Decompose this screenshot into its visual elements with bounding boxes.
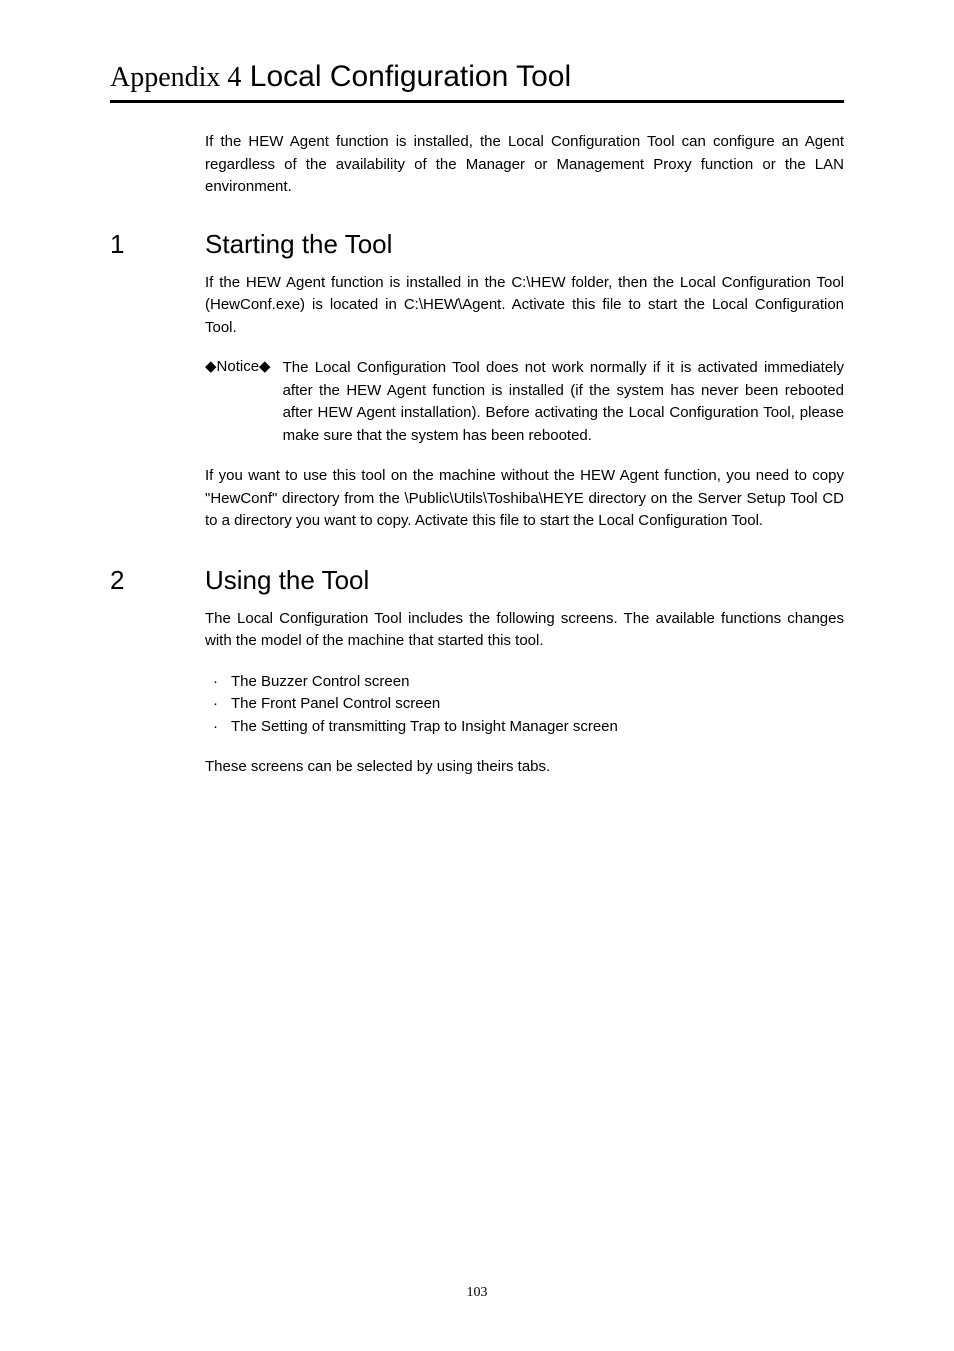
section-1-number: 1 [110,229,165,260]
section-2-title: Using the Tool [205,565,369,596]
section-2: 2 Using the Tool The Local Configuration… [110,565,844,779]
list-item: The Front Panel Control screen [223,693,844,716]
appendix-title: Appendix 4 Local Configuration Tool [110,60,844,103]
section-1-title: Starting the Tool [205,229,392,260]
section-2-heading: 2 Using the Tool [110,565,844,596]
section-2-para-2: These screens can be selected by using t… [205,756,844,779]
appendix-prefix: Appendix 4 [110,62,241,93]
section-2-number: 2 [110,565,165,596]
appendix-title-text: Local Configuration Tool [250,60,571,93]
section-1-para-1: If the HEW Agent function is installed i… [205,272,844,340]
page-number: 103 [0,1285,954,1301]
section-1: 1 Starting the Tool If the HEW Agent fun… [110,229,844,533]
notice-label: ◆Notice◆ [205,357,271,447]
section-2-para-1: The Local Configuration Tool includes th… [205,608,844,653]
intro-paragraph: If the HEW Agent function is installed, … [205,131,844,199]
notice-block: ◆Notice◆ The Local Configuration Tool do… [205,357,844,447]
bullet-list: The Buzzer Control screen The Front Pane… [205,671,844,739]
list-item: The Buzzer Control screen [223,671,844,694]
section-1-heading: 1 Starting the Tool [110,229,844,260]
notice-text: The Local Configuration Tool does not wo… [283,357,844,447]
section-1-para-2: If you want to use this tool on the mach… [205,465,844,533]
list-item: The Setting of transmitting Trap to Insi… [223,716,844,739]
